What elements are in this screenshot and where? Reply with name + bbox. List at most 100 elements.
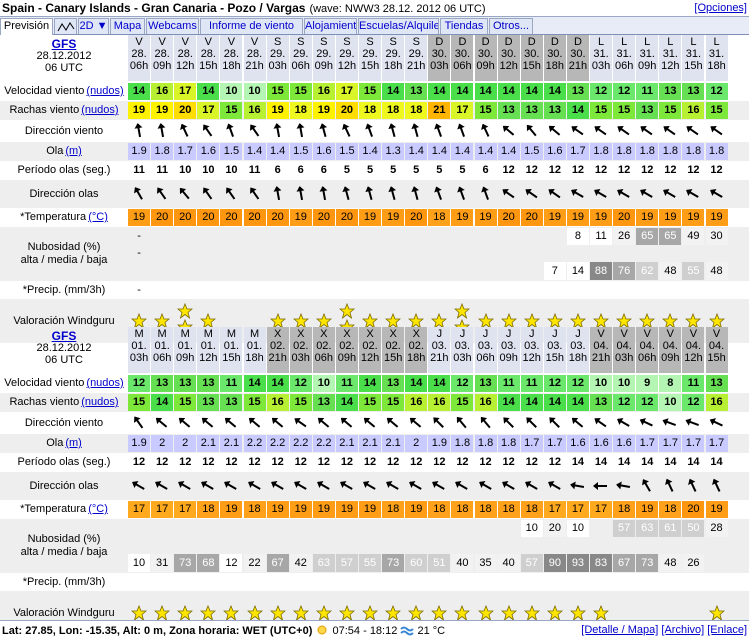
cloud-mid-cell [336,537,358,554]
wind-dir-cell [613,412,635,434]
wind-dir-cell [405,120,427,142]
cloud-high-cell: 20 [543,520,566,537]
period-cell: 11 [133,164,145,176]
cloud-low-cell: 12 [220,554,243,572]
wave-arrow-icon [409,481,422,490]
cloud-mid-cell [151,537,173,554]
gust-cell: 14 [543,394,566,411]
rating-star-icon [292,605,309,621]
wave-arrow-icon [548,189,561,199]
wave-arrow-icon [501,481,515,490]
tab-bar: Previsión 2D ▼ Mapa Webcams Informe de vient… [0,17,749,35]
rating-star-icon [269,605,286,621]
wave-arrow-icon [617,189,630,198]
wind-dir-cell [706,412,728,434]
wave-cell: 1.4 [405,143,428,160]
tab-2[interactable]: 2D ▼ [78,18,109,34]
wave-dir-cell [544,180,566,208]
tab-0[interactable]: Previsión [0,18,53,35]
cloud-low-cell [313,262,335,280]
period-cell: 10 [225,164,238,176]
temp-cell: 18 [520,501,543,518]
wave-arrow-icon [203,187,213,200]
rating-star-icon [154,605,171,621]
model-link[interactable]: GFS [0,330,128,342]
row-label-dir: Dirección viento [0,120,128,142]
knots-unit-link[interactable]: (nudos) [86,85,123,98]
cloud-low-cell: 73 [174,554,197,572]
period-cell: 5 [390,164,397,176]
wind-arrow-icon [480,416,491,429]
cloud-high-cell: 26 [613,228,636,245]
period-cell: 6 [297,164,304,176]
cloud-mid-cell [428,245,450,262]
knots-unit-link[interactable]: (nudos) [81,396,118,409]
celsius-unit-link[interactable]: (°C) [88,211,108,224]
water-icon [400,626,415,636]
tab-8[interactable]: Tiendas [440,18,488,34]
wave-arrow-icon [319,186,328,201]
period-cell: 12 [664,164,677,176]
meters-unit-link[interactable]: (m) [65,437,82,450]
meters-unit-link[interactable]: (m) [65,145,82,158]
cloud-mid-cell [521,245,543,262]
link-link[interactable]: [Enlace] [707,624,747,636]
cloud-low-cell [290,262,312,280]
wind-cell: 11 [682,375,705,392]
cloud-mid-cell [313,537,335,554]
wave-arrow-icon [432,481,446,490]
tab-7[interactable]: Escuelas/Alquileres [358,18,439,34]
tab-3[interactable]: Mapa [110,18,145,34]
tab-6[interactable]: Alojamiento [304,18,357,34]
detail-map-link[interactable]: [Detalle / Mapa] [581,624,658,636]
model-link[interactable]: GFS [0,38,128,50]
cloud-low-cell: 67 [266,554,289,572]
rating-star-icon [385,605,402,621]
wave-cell: 1.6 [312,143,335,160]
precip-cell [267,281,289,299]
options-link[interactable]: [Opciones] [694,2,747,14]
wind-arrow-icon [662,418,677,426]
wind-arrow-icon [709,418,723,427]
header-bar: Spain - Canary Islands - Gran Canaria - … [0,0,749,17]
sun-icon [317,625,327,635]
wave-arrow-icon [226,187,236,200]
rating-star-icon [431,605,448,621]
period-cell: 12 [479,456,492,468]
wave-arrow-icon [293,481,307,490]
period-cell: 5 [459,164,466,176]
wind-cell: 14 [382,83,405,100]
wind-cell: 10 [220,83,243,100]
archive-link[interactable]: [Archivo] [661,624,704,636]
tab-4[interactable]: Webcams [146,18,199,34]
wave-arrow-icon [525,189,538,199]
time-header-cell: D 30. 15h [520,35,543,81]
cloud-high-cell: 28 [705,520,728,537]
gust-cell: 16 [474,394,497,411]
tab-5[interactable]: Informe de viento [200,18,303,34]
wave-dir-cell [521,180,543,208]
precip-cell [151,573,173,591]
knots-unit-link[interactable]: (nudos) [81,104,118,117]
knots-unit-link[interactable]: (nudos) [86,377,123,390]
temp-cell: 18 [428,209,451,226]
precip-cell [451,281,473,299]
wind-dir-cell [567,120,589,142]
cloud-low-cell [405,262,427,280]
time-header-cell: V 04. 15h [705,327,728,373]
time-header-cell: D 30. 03h [428,35,451,81]
precip-cell [128,573,150,591]
celsius-unit-link[interactable]: (°C) [88,503,108,516]
precip-cell [498,573,520,591]
tab-1[interactable] [54,18,77,34]
wind-arrow-icon [639,418,654,427]
time-header-cell: D 30. 09h [474,35,497,81]
time-header-cell: V 28. 06h [128,35,151,81]
temp-cell: 19 [590,209,613,226]
tab-9[interactable]: Otros... [489,18,533,34]
cloud-low-cell: 31 [151,554,174,572]
wave-cell: 1.6 [543,143,566,160]
time-header-cell: V 28. 09h [151,35,174,81]
cloud-mid-cell [706,245,728,262]
temp-cell: 19 [359,209,382,226]
